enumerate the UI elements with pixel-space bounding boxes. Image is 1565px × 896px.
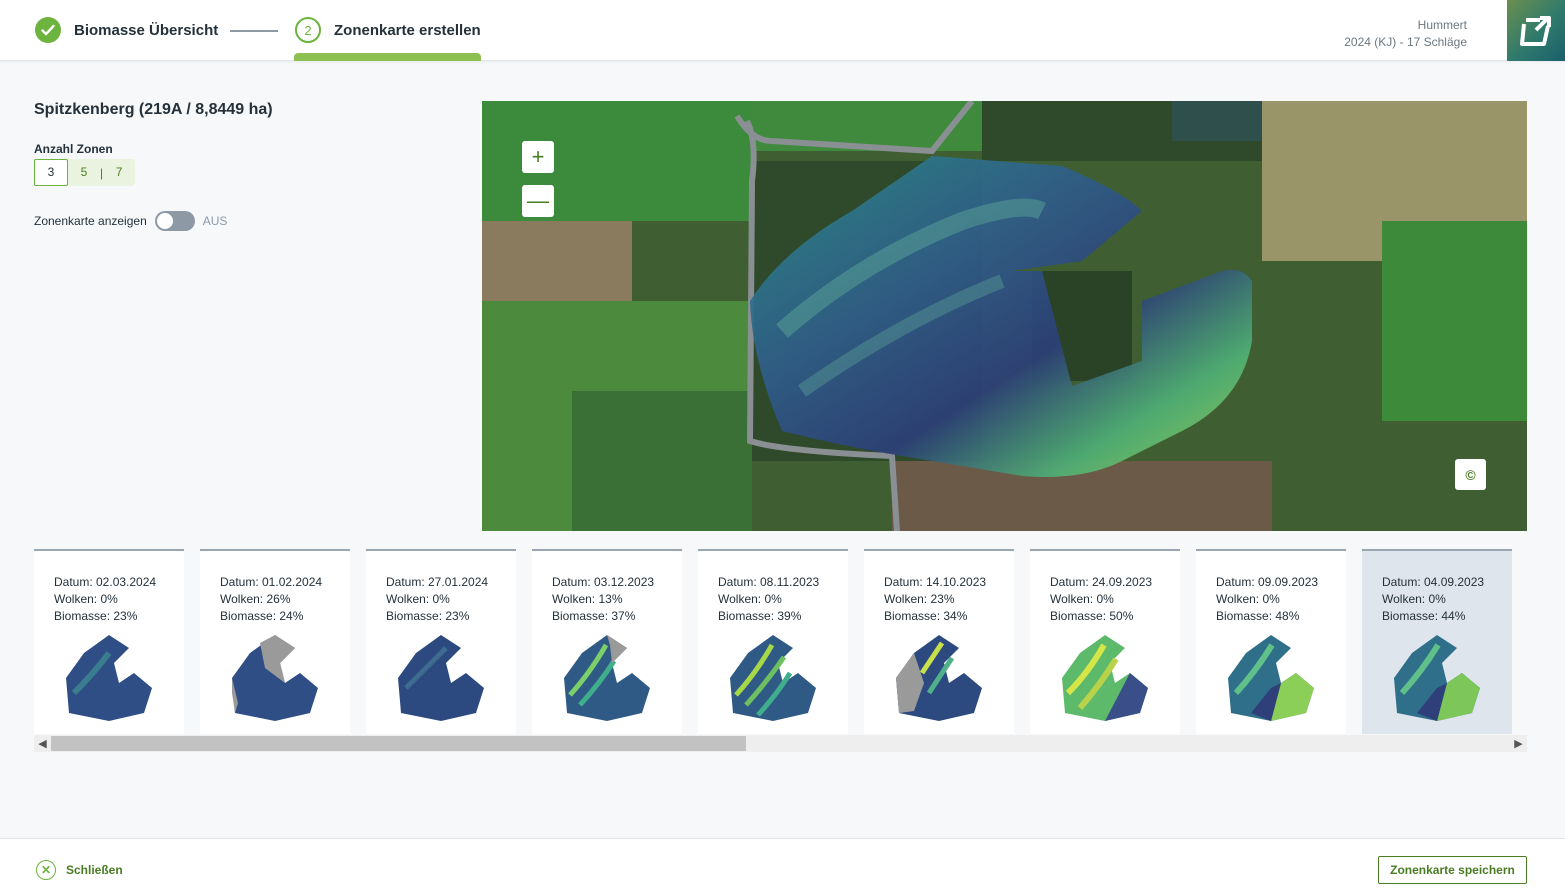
zoom-out-button[interactable]: —: [522, 185, 554, 217]
biomass-card[interactable]: Datum: 01.02.2024 Wolken: 26% Biomasse: …: [200, 549, 350, 734]
field-thumbnail: [1062, 635, 1148, 721]
toggle-knob: [156, 213, 173, 229]
footer-bar: ✕ Schließen Zonenkarte speichern: [0, 838, 1565, 896]
biomass-card[interactable]: Datum: 24.09.2023 Wolken: 0% Biomasse: 5…: [1030, 549, 1180, 734]
zone-option-5[interactable]: 5: [68, 159, 100, 186]
close-button[interactable]: ✕ Schließen: [36, 860, 123, 880]
zone-option-7[interactable]: 7: [103, 159, 135, 186]
scrollbar-thumb[interactable]: [51, 736, 746, 751]
zones-label: Anzahl Zonen: [34, 142, 113, 156]
biomass-card[interactable]: Datum: 09.09.2023 Wolken: 0% Biomasse: 4…: [1196, 549, 1346, 734]
toggle-state: AUS: [202, 214, 228, 228]
card-biomass: Biomasse: 24%: [220, 609, 304, 623]
field-thumbnail: [730, 635, 816, 721]
top-bar: Biomasse Übersicht 2 Zonenkarte erstelle…: [0, 0, 1565, 61]
close-label: Schließen: [66, 863, 123, 877]
card-date: Datum: 02.03.2024: [54, 575, 157, 589]
cards-scrollbar[interactable]: ◀ ▶: [34, 735, 1527, 752]
card-biomass: Biomasse: 39%: [718, 609, 802, 623]
close-icon: ✕: [36, 860, 56, 880]
card-clouds: Wolken: 0%: [386, 592, 450, 606]
card-date: Datum: 08.11.2023: [718, 575, 820, 589]
toggle-label: Zonenkarte anzeigen: [34, 214, 147, 228]
card-biomass: Biomasse: 44%: [1382, 609, 1466, 623]
card-clouds: Wolken: 26%: [220, 592, 291, 606]
card-date: Datum: 24.09.2023: [1050, 575, 1153, 589]
card-date: Datum: 14.10.2023: [884, 575, 987, 589]
biomass-card-selected[interactable]: Datum: 04.09.2023 Wolken: 0% Biomasse: 4…: [1362, 549, 1512, 734]
biomass-cards-strip: Datum: 02.03.2024 Wolken: 0% Biomasse: 2…: [34, 549, 1527, 734]
biomass-card[interactable]: Datum: 27.01.2024 Wolken: 0% Biomasse: 2…: [366, 549, 516, 734]
field-thumbnail: [66, 635, 152, 721]
card-text: Datum: 14.10.2023 Wolken: 23% Biomasse: …: [884, 574, 986, 625]
zone-map-toggle[interactable]: [154, 211, 195, 231]
card-text: Datum: 03.12.2023 Wolken: 13% Biomasse: …: [552, 574, 654, 625]
step-number: 2: [295, 17, 321, 43]
card-clouds: Wolken: 0%: [1050, 592, 1114, 606]
card-clouds: Wolken: 0%: [718, 592, 782, 606]
scroll-left-icon[interactable]: ◀: [34, 735, 51, 752]
biomass-card[interactable]: Datum: 08.11.2023 Wolken: 0% Biomasse: 3…: [698, 549, 848, 734]
field-title: Spitzkenberg (219A / 8,8449 ha): [34, 101, 273, 118]
satellite-map[interactable]: + — ©: [482, 101, 1527, 531]
zone-option-3[interactable]: 3: [34, 159, 68, 186]
biomass-card[interactable]: Datum: 14.10.2023 Wolken: 23% Biomasse: …: [864, 549, 1014, 734]
card-biomass: Biomasse: 23%: [386, 609, 470, 623]
step-biomass-overview[interactable]: Biomasse Übersicht: [35, 17, 218, 43]
card-date: Datum: 03.12.2023: [552, 575, 655, 589]
step-label: Zonenkarte erstellen: [334, 21, 481, 39]
zoom-in-button[interactable]: +: [522, 141, 554, 173]
card-clouds: Wolken: 13%: [552, 592, 623, 606]
card-clouds: Wolken: 23%: [884, 592, 955, 606]
card-biomass: Biomasse: 48%: [1216, 609, 1300, 623]
card-clouds: Wolken: 0%: [1382, 592, 1446, 606]
field-thumbnail: [564, 635, 650, 721]
card-biomass: Biomasse: 34%: [884, 609, 968, 623]
card-biomass: Biomasse: 23%: [54, 609, 138, 623]
card-date: Datum: 04.09.2023: [1382, 575, 1485, 589]
field-thumbnail: [232, 635, 318, 721]
card-text: Datum: 27.01.2024 Wolken: 0% Biomasse: 2…: [386, 574, 488, 625]
app-logo[interactable]: [1507, 0, 1565, 61]
card-date: Datum: 27.01.2024: [386, 575, 489, 589]
zone-count-selector: 3 5 | 7: [34, 159, 136, 186]
card-biomass: Biomasse: 50%: [1050, 609, 1134, 623]
account-info[interactable]: Hummert 2024 (KJ) - 17 Schläge: [1344, 17, 1467, 51]
step-connector: [230, 30, 278, 32]
card-text: Datum: 24.09.2023 Wolken: 0% Biomasse: 5…: [1050, 574, 1152, 625]
account-detail: 2024 (KJ) - 17 Schläge: [1344, 35, 1467, 49]
field-thumbnail: [1394, 635, 1480, 721]
scroll-right-icon[interactable]: ▶: [1510, 735, 1527, 752]
card-text: Datum: 04.09.2023 Wolken: 0% Biomasse: 4…: [1382, 574, 1484, 625]
account-name: Hummert: [1417, 18, 1467, 32]
active-step-indicator: [294, 53, 481, 61]
save-zone-map-button[interactable]: Zonenkarte speichern: [1378, 856, 1527, 884]
field-thumbnail: [1228, 635, 1314, 721]
zone-map-toggle-row: Zonenkarte anzeigen AUS: [34, 211, 227, 231]
card-text: Datum: 02.03.2024 Wolken: 0% Biomasse: 2…: [54, 574, 156, 625]
biomass-card[interactable]: Datum: 03.12.2023 Wolken: 13% Biomasse: …: [532, 549, 682, 734]
card-text: Datum: 01.02.2024 Wolken: 26% Biomasse: …: [220, 574, 322, 625]
card-clouds: Wolken: 0%: [54, 592, 118, 606]
card-text: Datum: 08.11.2023 Wolken: 0% Biomasse: 3…: [718, 574, 819, 625]
card-biomass: Biomasse: 37%: [552, 609, 636, 623]
card-date: Datum: 01.02.2024: [220, 575, 323, 589]
copyright-button[interactable]: ©: [1455, 459, 1486, 490]
card-date: Datum: 09.09.2023: [1216, 575, 1319, 589]
biomass-card[interactable]: Datum: 02.03.2024 Wolken: 0% Biomasse: 2…: [34, 549, 184, 734]
card-clouds: Wolken: 0%: [1216, 592, 1280, 606]
field-thumbnail: [398, 635, 484, 721]
app-logo-icon: [1520, 15, 1551, 46]
card-text: Datum: 09.09.2023 Wolken: 0% Biomasse: 4…: [1216, 574, 1318, 625]
field-thumbnail: [896, 635, 982, 721]
step-create-zone-map[interactable]: 2 Zonenkarte erstellen: [295, 17, 481, 43]
step-label: Biomasse Übersicht: [74, 21, 219, 39]
map-canvas: [482, 101, 1527, 531]
checkmark-icon: [35, 17, 61, 43]
